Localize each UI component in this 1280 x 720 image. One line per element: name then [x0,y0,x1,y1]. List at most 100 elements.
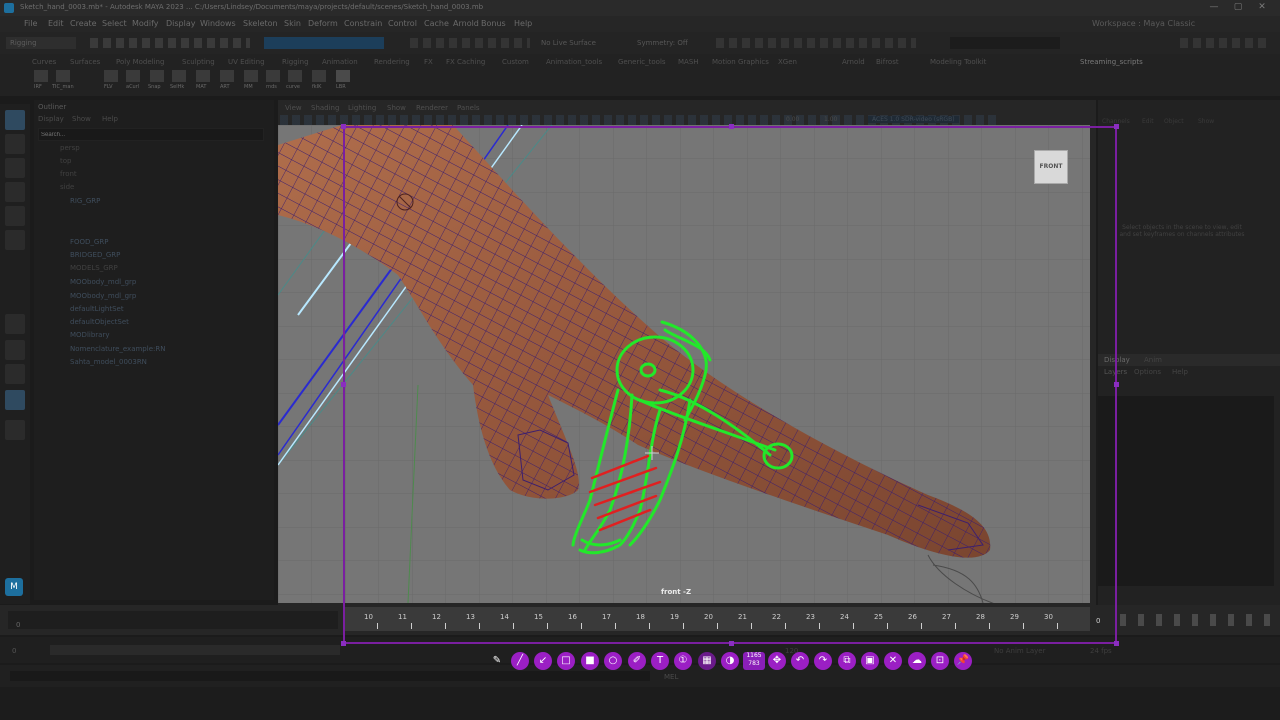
ellipse-icon[interactable]: ○ [604,652,622,670]
colorspace-dropdown[interactable]: ACES 1.0 SDR-video (sRGB) [868,116,959,123]
viewport-menu-show[interactable]: Show [387,104,406,112]
menu-skin[interactable]: Skin [284,19,301,28]
shelf-tab[interactable]: Custom [502,58,529,66]
playback-controls[interactable] [1120,614,1270,626]
single-view-icon[interactable] [5,314,25,334]
outliner-item[interactable]: RIG_GRP [70,197,100,205]
shelf-tab[interactable]: Bifrost [876,58,899,66]
outliner-item[interactable]: side [60,183,74,191]
select-tool-icon[interactable] [5,110,25,130]
viewport-menu-shading[interactable]: Shading [311,104,339,112]
outliner-item[interactable]: Sahta_model_0003RN [70,358,147,366]
shelf-button-icon[interactable] [266,70,280,82]
menu-cache[interactable]: Cache [424,19,449,28]
resize-handle[interactable] [341,124,346,129]
range-track[interactable] [50,645,340,655]
shelf-button-icon[interactable] [104,70,118,82]
outliner-item[interactable]: MOObody_mdl_grp [70,278,136,286]
command-search-field[interactable] [950,37,1060,49]
menu-modify[interactable]: Modify [132,19,159,28]
outliner-item[interactable]: persp [60,144,80,152]
shelf-button-icon[interactable] [172,70,186,82]
scale-tool-icon[interactable] [5,230,25,250]
lasso-tool-icon[interactable] [5,134,25,154]
shelf-button-icon[interactable] [150,70,164,82]
outliner-item[interactable]: FOOD_GRP [70,238,108,246]
layout-icon[interactable] [5,364,25,384]
shelf-button-icon[interactable] [244,70,258,82]
open-app-icon[interactable]: ⊡ [931,652,949,670]
shelf-tab[interactable]: UV Editing [228,58,265,66]
shelf-tab[interactable]: Modeling Toolkit [930,58,986,66]
menu-skeleton[interactable]: Skeleton [243,19,278,28]
channel-menu-edit[interactable]: Edit [1142,118,1154,125]
viewport-menu-renderer[interactable]: Renderer [416,104,448,112]
resize-handle[interactable] [729,124,734,129]
four-view-icon[interactable] [5,340,25,360]
resize-handle[interactable] [341,641,346,646]
channel-menu-show[interactable]: Show [1198,118,1214,125]
outliner-item[interactable]: BRIDGED_GRP [70,251,120,259]
close-button[interactable]: ✕ [1256,2,1268,14]
upload-icon[interactable]: ☁ [908,652,926,670]
shelf-button-icon[interactable] [56,70,70,82]
resize-handle[interactable] [341,382,346,387]
range-start-field[interactable]: 0 [12,647,16,655]
shelf-tab[interactable]: MASH [678,58,699,66]
move-tool-icon[interactable] [5,182,25,202]
mode-dropdown[interactable]: Rigging [6,37,76,49]
near-clip-field[interactable]: 0.00 [786,116,799,123]
shelf-tab[interactable]: Sculpting [182,58,215,66]
fps-dropdown[interactable]: 24 fps [1090,647,1112,655]
outliner-layout-icon[interactable] [5,390,25,410]
viewport-menu-panels[interactable]: Panels [457,104,480,112]
menu-arnold[interactable]: Arnold [453,19,479,28]
shelf-tab[interactable]: XGen [778,58,797,66]
shelf-button-icon[interactable] [196,70,210,82]
shelf-tab[interactable]: Surfaces [70,58,100,66]
resize-handle[interactable] [1114,382,1119,387]
command-input[interactable] [10,671,650,681]
menu-file[interactable]: File [24,19,37,28]
rectangle-icon[interactable]: □ [557,652,575,670]
invert-icon[interactable]: ◑ [721,652,739,670]
copy-icon[interactable]: ⧉ [838,652,856,670]
outliner-item[interactable]: defaultObjectSet [70,318,129,326]
shelf-tab[interactable]: FX Caching [446,58,485,66]
outliner-search-input[interactable] [38,128,264,141]
shelf-tab[interactable]: Rigging [282,58,309,66]
workspace-label[interactable]: Workspace : Maya Classic [1092,19,1195,28]
layer-menu-options[interactable]: Options [1134,368,1161,376]
outliner-item[interactable]: MODELS_GRP [70,264,118,272]
maximize-button[interactable]: ▢ [1232,2,1244,14]
shelf-tab[interactable]: Curves [32,58,56,66]
menu-deform[interactable]: Deform [308,19,338,28]
outliner-item[interactable]: MODlibrary [70,331,109,339]
anim-layer-dropdown[interactable]: No Anim Layer [994,647,1045,655]
shelf-button-icon[interactable] [336,70,350,82]
menu-create[interactable]: Create [70,19,97,28]
menu-display[interactable]: Display [166,19,196,28]
live-surface-label[interactable]: No Live Surface [541,39,596,47]
arrow-icon[interactable]: ↙ [534,652,552,670]
outliner-item[interactable]: defaultLightSet [70,305,124,313]
redo-icon[interactable]: ↷ [814,652,832,670]
shelf-button-icon[interactable] [220,70,234,82]
shelf-tab[interactable]: Animation_tools [546,58,602,66]
pin-icon[interactable]: 📌 [954,652,972,670]
layer-tab-anim[interactable]: Anim [1144,356,1162,364]
outliner-menu-help[interactable]: Help [102,115,118,123]
shelf-tab[interactable]: Motion Graphics [712,58,769,66]
counter-icon[interactable]: ① [674,652,692,670]
symmetry-label[interactable]: Symmetry: Off [637,39,688,47]
resize-handle[interactable] [1114,641,1119,646]
outliner-item[interactable]: front [60,170,77,178]
resize-handle[interactable] [1114,124,1119,129]
outliner-menu-show[interactable]: Show [72,115,91,123]
shelf-button-icon[interactable] [126,70,140,82]
shelf-tab[interactable]: Arnold [842,58,865,66]
channel-menu-object[interactable]: Object [1164,118,1184,125]
outliner-menu-display[interactable]: Display [38,115,64,123]
shelf-button-icon[interactable] [312,70,326,82]
marker-icon[interactable]: ✐ [628,652,646,670]
